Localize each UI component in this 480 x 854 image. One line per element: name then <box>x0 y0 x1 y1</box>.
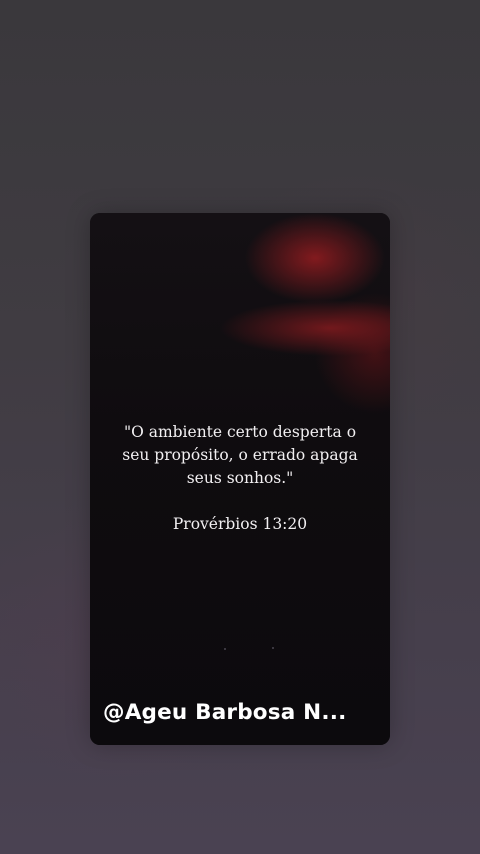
bible-quote: "O ambiente certo desperta o seu propósi… <box>122 423 358 487</box>
light-speck <box>224 648 226 650</box>
verse-reference: Provérbios 13:20 <box>172 515 308 533</box>
light-speck <box>272 647 274 649</box>
story-card[interactable]: "O ambiente certo desperta o seu propósi… <box>90 213 390 745</box>
author-watermark: @Ageu Barbosa N... <box>103 700 347 725</box>
